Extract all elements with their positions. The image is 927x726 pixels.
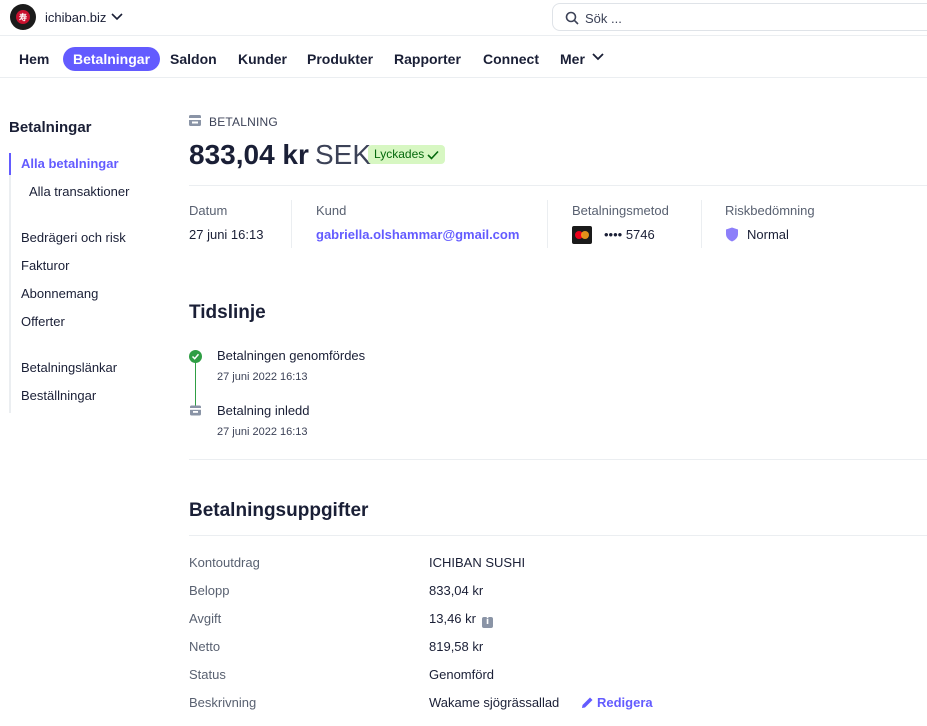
- detail-label: Status: [189, 667, 226, 682]
- detail-value: 819,58 kr: [429, 639, 484, 654]
- payment-card-icon: [189, 115, 201, 126]
- meta-date-value: 27 juni 16:13: [189, 227, 264, 242]
- meta-method-label: Betalningsmetod: [572, 203, 669, 218]
- detail-value: Genomförd: [429, 667, 495, 682]
- nav-mer[interactable]: Mer: [560, 47, 585, 71]
- checkmark-icon: [427, 150, 439, 160]
- meta-method: Betalningsmetod •••• 5746: [572, 203, 669, 244]
- customer-email-link[interactable]: gabriella.olshammar@gmail.com: [316, 226, 519, 244]
- account-name[interactable]: ichiban.biz: [45, 10, 106, 25]
- account-logo[interactable]: 寿: [10, 4, 36, 30]
- sidebar-active-indicator: [9, 153, 11, 175]
- account-chevron-down-icon[interactable]: [110, 9, 124, 23]
- detail-value: Wakame sjögrässallad: [429, 695, 560, 710]
- payment-currency: SEK: [315, 139, 372, 170]
- detail-value: ICHIBAN SUSHI: [429, 555, 526, 570]
- meta-separator: [547, 200, 548, 248]
- divider: [189, 459, 927, 460]
- sidebar-item-offerter[interactable]: Offerter: [21, 314, 65, 329]
- sidebar-item-bestallningar[interactable]: Beställningar: [21, 388, 96, 403]
- meta-customer-label: Kund: [316, 203, 347, 218]
- timeline-event-time: 27 juni 2022 16:13: [217, 371, 308, 383]
- status-badge-label: Lyckades: [374, 147, 425, 161]
- detail-label: Avgift: [189, 611, 222, 626]
- sidebar-item-alla-betalningar[interactable]: Alla betalningar: [21, 156, 119, 171]
- detail-label: Netto: [189, 639, 221, 654]
- meta-risk-value[interactable]: Normal: [725, 226, 815, 244]
- nav-connect[interactable]: Connect: [483, 47, 539, 71]
- timeline-connector: [195, 361, 196, 406]
- nav-kunder[interactable]: Kunder: [238, 47, 287, 71]
- main-nav: Hem Betalningar Saldon Kunder Produkter …: [0, 38, 927, 78]
- divider: [189, 185, 927, 186]
- sidebar-item-fakturor[interactable]: Fakturor: [21, 258, 69, 273]
- nav-produkter[interactable]: Produkter: [307, 47, 373, 71]
- payment-kind-label: BETALNING: [209, 115, 278, 129]
- fee-amount: 13,46 kr: [429, 611, 476, 626]
- mer-chevron-down-icon[interactable]: [591, 52, 605, 62]
- search-placeholder: Sök ...: [585, 11, 622, 26]
- divider: [189, 535, 927, 536]
- meta-risk: Riskbedömning Normal: [725, 203, 815, 244]
- details-title: Betalningsuppgifter: [189, 500, 369, 521]
- timeline-event-title: Betalning inledd: [217, 403, 310, 418]
- info-icon[interactable]: i: [481, 617, 493, 628]
- success-check-icon: [189, 350, 202, 363]
- sidebar-item-betalningslankar[interactable]: Betalningslänkar: [21, 360, 117, 375]
- detail-label: Belopp: [189, 583, 230, 598]
- card-last4: •••• 5746: [604, 227, 655, 242]
- timeline-event-time: 27 juni 2022 16:13: [217, 426, 308, 438]
- sidebar-item-alla-transaktioner[interactable]: Alla transaktioner: [29, 184, 129, 199]
- risk-level: Normal: [747, 227, 789, 242]
- pencil-icon: [582, 697, 593, 708]
- detail-value-fee: 13,46 kr i: [429, 611, 493, 628]
- meta-separator: [291, 200, 292, 248]
- detail-label: Kontoutdrag: [189, 555, 260, 570]
- mastercard-icon: [572, 226, 592, 244]
- nav-rapporter[interactable]: Rapporter: [394, 47, 461, 71]
- shield-icon: [726, 227, 738, 242]
- search-input[interactable]: Sök ...: [552, 3, 927, 31]
- status-badge: Lyckades: [368, 145, 446, 164]
- payment-amount: 833,04 kr: [189, 139, 309, 170]
- meta-method-value: •••• 5746: [572, 226, 669, 244]
- meta-customer: Kund gabriella.olshammar@gmail.com: [316, 203, 519, 244]
- search-icon: [565, 11, 579, 25]
- edit-label: Redigera: [597, 695, 653, 710]
- meta-date: Datum 27 juni 16:13: [189, 203, 263, 244]
- meta-separator: [701, 200, 702, 248]
- sidebar-item-abonnemang[interactable]: Abonnemang: [21, 286, 98, 301]
- timeline-event-title: Betalningen genomfördes: [217, 348, 366, 363]
- sidebar-title: Betalningar: [9, 119, 92, 136]
- detail-value: 833,04 kr: [429, 583, 484, 598]
- edit-description-button[interactable]: Redigera: [581, 695, 653, 710]
- logo-mark-icon: 寿: [16, 10, 30, 24]
- nav-hem[interactable]: Hem: [19, 47, 49, 71]
- meta-date-label: Datum: [189, 203, 228, 218]
- payment-card-icon: [190, 405, 201, 416]
- meta-risk-label: Riskbedömning: [725, 203, 815, 218]
- nav-saldon[interactable]: Saldon: [170, 47, 217, 71]
- top-bar: 寿 ichiban.biz Sök ...: [0, 0, 927, 36]
- detail-label: Beskrivning: [189, 695, 257, 710]
- sidebar-item-bedrageri-och-risk[interactable]: Bedrägeri och risk: [21, 230, 126, 245]
- sidebar-track: [9, 153, 11, 413]
- timeline-title: Tidslinje: [189, 302, 266, 323]
- nav-betalningar[interactable]: Betalningar: [63, 47, 161, 71]
